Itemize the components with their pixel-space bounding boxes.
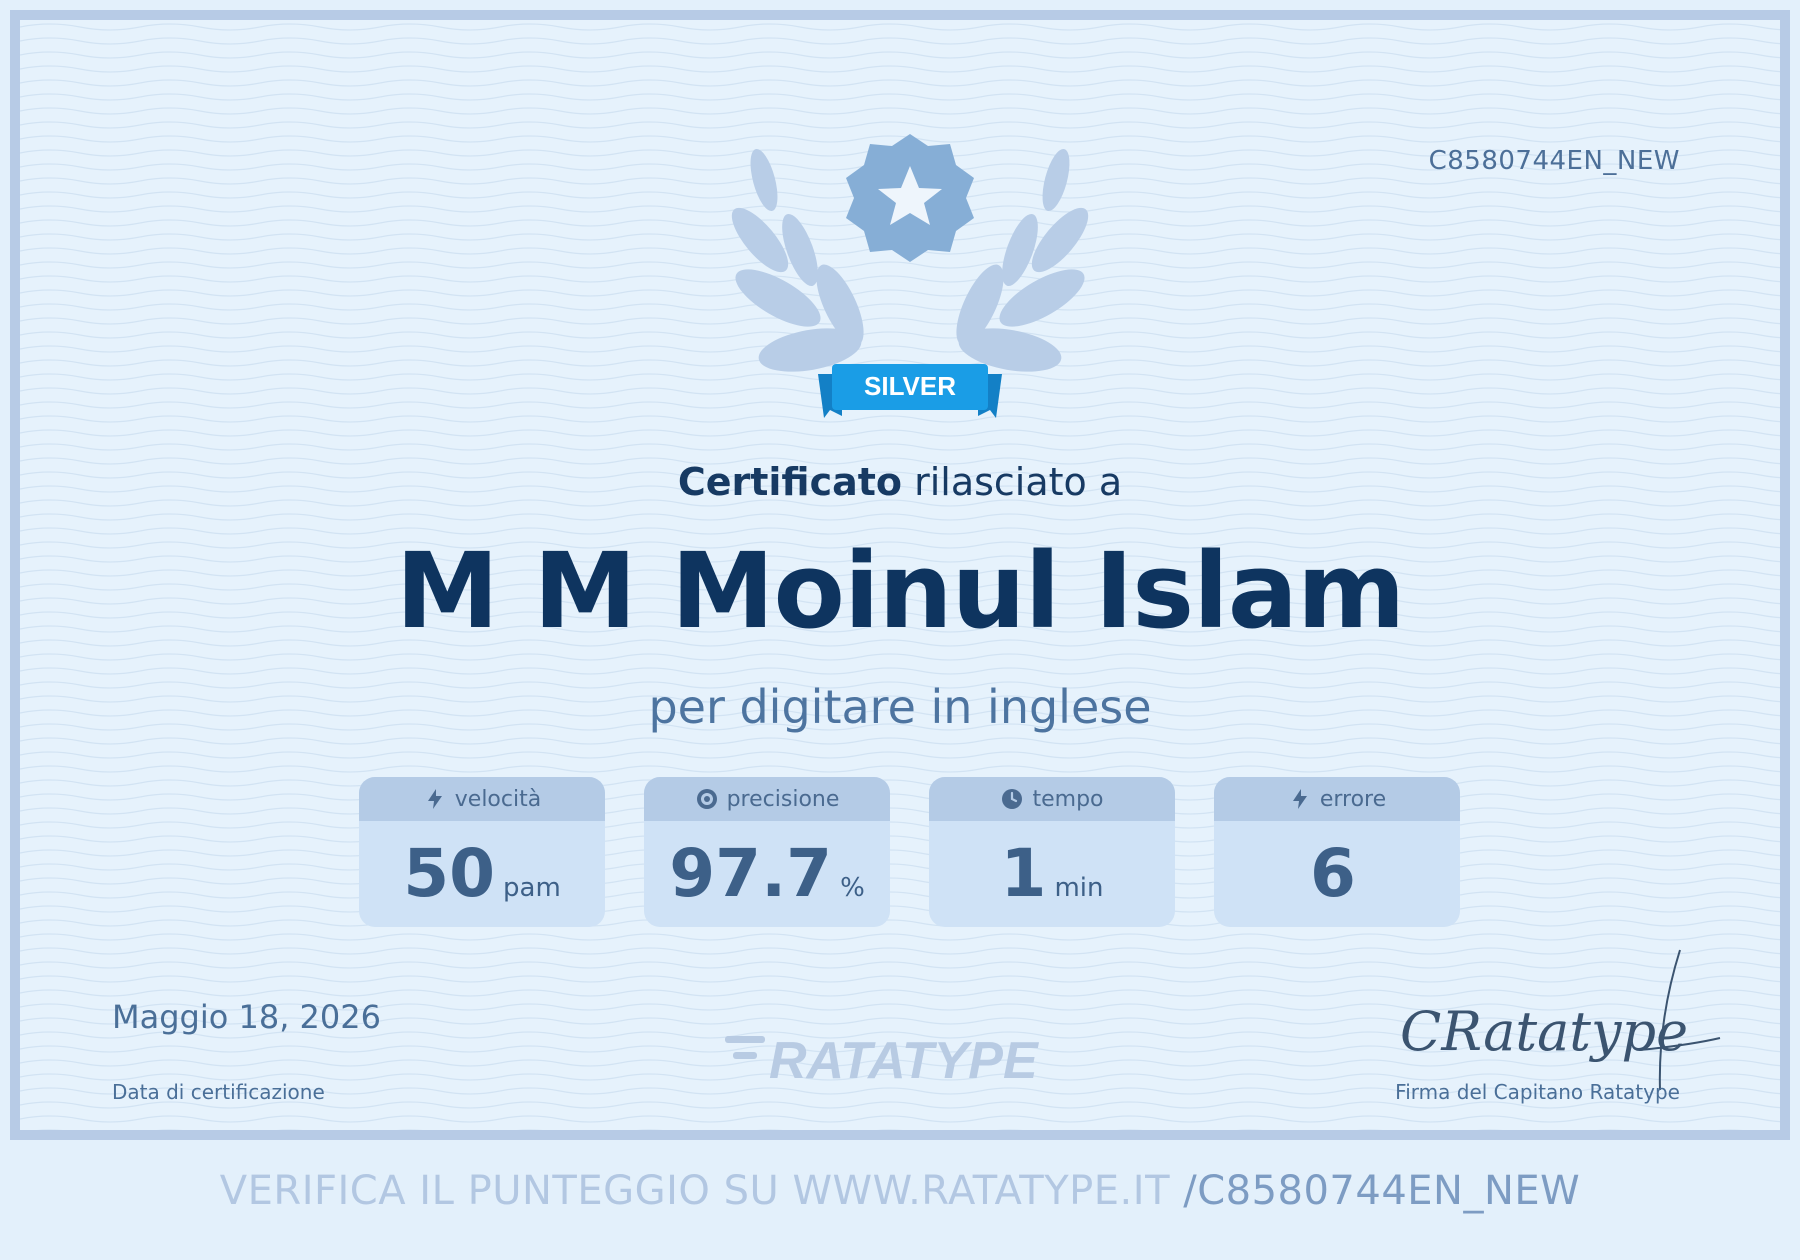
stat-value: 97.7 % — [644, 821, 890, 927]
certificate-frame: C8580744EN_NEW SILVER Certificato rilasc… — [10, 10, 1790, 1140]
signature-label: Firma del Capitano Ratatype — [1395, 1080, 1680, 1104]
silver-ribbon: SILVER — [818, 364, 1002, 418]
stat-label: tempo — [1032, 786, 1104, 812]
stat-header: velocità — [359, 777, 605, 821]
stat-header: precisione — [644, 777, 890, 821]
stat-unit: min — [1054, 873, 1104, 903]
certificate-heading: Certificato rilasciato a — [20, 460, 1780, 504]
certification-date-label: Data di certificazione — [112, 1080, 325, 1104]
stat-time: tempo 1 min — [929, 777, 1175, 927]
logo-text: RATATYPE — [769, 1032, 1039, 1088]
stat-number: 1 — [1000, 835, 1047, 912]
recipient-name: M M Moinul Islam — [395, 530, 1406, 652]
stat-errors: errore 6 — [1214, 777, 1460, 927]
verify-prefix: VERIFICA IL PUNTEGGIO SU WWW.RATATYPE.IT — [219, 1168, 1184, 1214]
stat-number: 50 — [403, 835, 496, 912]
target-icon — [696, 789, 717, 809]
clock-icon — [1002, 789, 1023, 809]
certificate-subject: per digitare in inglese — [648, 680, 1152, 734]
stat-label: velocità — [454, 786, 542, 812]
stat-unit: pam — [503, 873, 561, 903]
stat-value: 50 pam — [359, 821, 605, 927]
certificate-id: C8580744EN_NEW — [1428, 146, 1680, 176]
stat-value: 6 — [1214, 821, 1460, 927]
star-seal-icon — [846, 134, 974, 262]
signature-text: CRatatype — [1400, 1000, 1688, 1063]
stat-label: precisione — [726, 786, 840, 812]
stat-accuracy: precisione 97.7 % — [644, 777, 890, 927]
verify-code: /C8580744EN_NEW — [1183, 1168, 1581, 1214]
verify-url[interactable]: VERIFICA IL PUNTEGGIO SU WWW.RATATYPE.IT… — [0, 1168, 1800, 1214]
stat-label: errore — [1319, 786, 1387, 812]
stat-unit: % — [840, 873, 865, 903]
stat-value: 1 min — [929, 821, 1175, 927]
stat-number: 6 — [1310, 835, 1356, 912]
stat-header: errore — [1214, 777, 1460, 821]
stat-header: tempo — [929, 777, 1175, 821]
lightning-icon — [427, 789, 442, 809]
lightning-icon — [1292, 789, 1307, 809]
silver-award-emblem: SILVER — [731, 134, 1089, 418]
stat-speed: velocità 50 pam — [359, 777, 605, 927]
badge-label: SILVER — [864, 371, 956, 401]
certification-date: Maggio 18, 2026 — [112, 998, 381, 1036]
ratatype-logo: RATATYPE — [725, 1032, 1039, 1088]
stat-number: 97.7 — [669, 835, 833, 912]
heading-strong: Certificato — [677, 460, 903, 504]
stats-row: velocità 50 pam precisione 97.7 % tempo — [359, 777, 1461, 927]
heading-rest: rilasciato a — [902, 460, 1123, 504]
